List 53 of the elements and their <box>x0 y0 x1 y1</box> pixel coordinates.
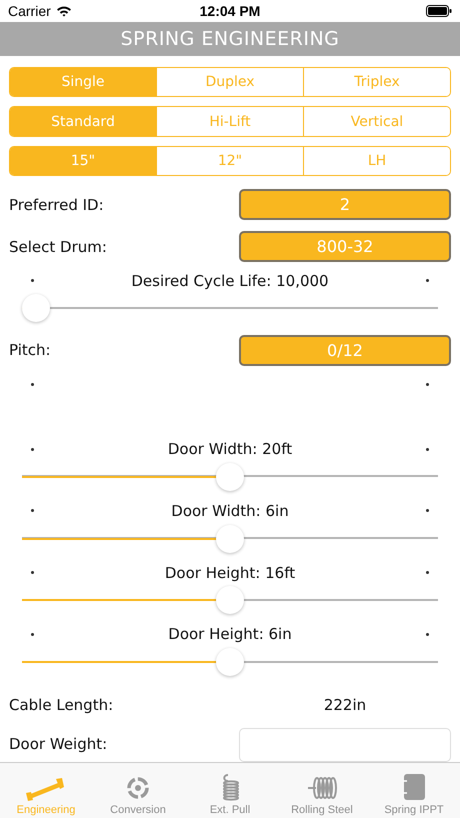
dot-mark <box>31 279 34 282</box>
dot-mark <box>31 448 34 451</box>
slider-label: Desired Cycle Life: 10,000 <box>131 272 329 290</box>
coil-spring-icon <box>307 775 337 801</box>
slider-label: Door Width: 20ft <box>168 440 292 458</box>
input-field[interactable] <box>239 728 451 762</box>
dot-mark <box>426 448 429 451</box>
tab-item[interactable]: Spring IPPT <box>368 763 460 818</box>
picker-button[interactable]: 2 <box>239 189 451 220</box>
dot-mark <box>426 571 429 574</box>
slider-label: Door Height: 6in <box>168 625 292 644</box>
picker-button[interactable]: 800-32 <box>239 231 451 262</box>
field-label: Pitch: <box>9 341 51 360</box>
screen-title: SPRING ENGINEERING <box>120 28 340 50</box>
segment-option[interactable]: Vertical <box>303 107 450 136</box>
field-label: Preferred ID: <box>9 196 104 214</box>
slider-thumb[interactable] <box>22 294 50 322</box>
field-value: 222in <box>322 696 368 714</box>
slider-thumb[interactable] <box>216 586 244 614</box>
dot-mark <box>426 632 429 636</box>
dot-mark <box>31 383 34 386</box>
dot-mark <box>31 571 34 574</box>
segment-option[interactable]: Single <box>10 68 156 96</box>
gear-icon <box>125 775 151 801</box>
wifi-icon <box>56 5 72 17</box>
slider-label: Door Height: 16ft <box>164 564 296 582</box>
segment-option[interactable]: LH <box>303 146 450 176</box>
slider-thumb[interactable] <box>216 462 244 491</box>
tab-item[interactable]: Conversion <box>92 763 184 818</box>
spring-bar-icon <box>26 775 66 801</box>
slider-thumb[interactable] <box>216 648 244 676</box>
segment-option[interactable]: 15" <box>10 146 156 176</box>
carrier-name: Carrier <box>8 3 51 19</box>
segment-option[interactable]: Triplex <box>303 68 450 96</box>
dot-mark <box>31 632 34 636</box>
dot-mark <box>31 509 34 512</box>
coil-spring-icon <box>220 773 240 801</box>
picker-button[interactable]: 0/12 <box>239 334 451 366</box>
notebook-icon <box>402 773 426 801</box>
dot-mark <box>426 383 429 386</box>
tab-item[interactable]: Rolling Steel <box>276 763 368 818</box>
field-label: Door Weight: <box>9 734 108 753</box>
clock-time: 12:04 PM <box>200 3 260 19</box>
slider-thumb[interactable] <box>216 524 244 553</box>
slider-label: Door Width: 6in <box>171 502 289 520</box>
segment-option[interactable]: Standard <box>10 107 156 136</box>
dot-mark <box>426 279 429 282</box>
tab-item[interactable]: Engineering <box>0 763 92 818</box>
dot-mark <box>426 509 429 512</box>
tab-item[interactable]: Ext. Pull <box>184 763 276 818</box>
battery-icon <box>426 5 452 17</box>
field-label: Cable Length: <box>9 696 114 714</box>
field-label: Select Drum: <box>9 238 107 256</box>
